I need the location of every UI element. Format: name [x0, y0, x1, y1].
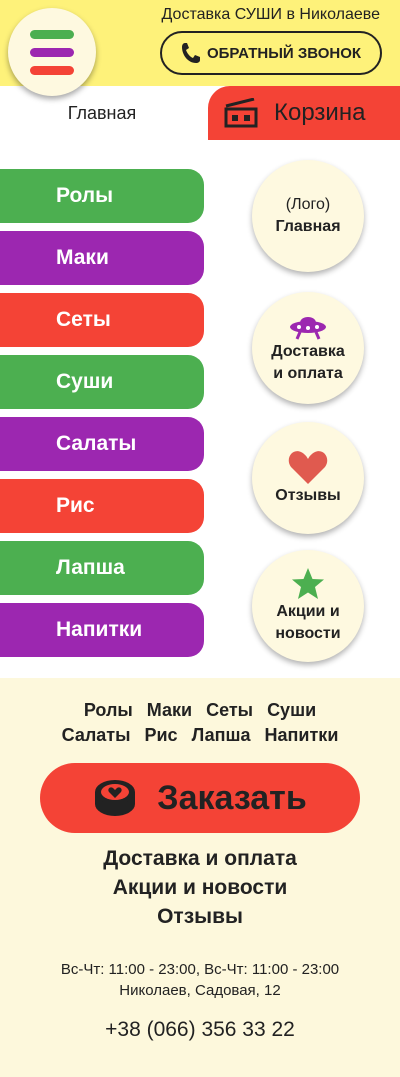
- menu-item-rolls[interactable]: Ролы: [0, 169, 204, 223]
- footer-cat-link[interactable]: Рис: [144, 725, 177, 745]
- footer-cat-link[interactable]: Сеты: [206, 700, 253, 720]
- callback-button[interactable]: ОБРАТНЫЙ ЗВОНОК: [160, 31, 382, 75]
- order-button[interactable]: Заказать: [40, 763, 360, 833]
- site-tagline: Доставка СУШИ в Николаеве: [161, 6, 380, 23]
- menu-item-label: Маки: [56, 246, 109, 269]
- footer-delivery-link[interactable]: Доставка и оплата: [0, 847, 400, 871]
- footer-categories-row2: Салаты Рис Лапша Напитки: [0, 725, 400, 746]
- star-icon: [292, 568, 324, 599]
- menu-item-label: Суши: [56, 370, 114, 393]
- promo-link-line2: новости: [275, 625, 341, 642]
- menu-item-maki[interactable]: Маки: [0, 231, 204, 285]
- footer-categories-row1: Ролы Маки Сеты Суши: [0, 700, 400, 721]
- logo-placeholder: (Лого): [285, 196, 331, 213]
- delivery-link-line1: Доставка: [271, 343, 345, 360]
- reviews-link[interactable]: Отзывы: [252, 422, 364, 534]
- promo-link-line1: Акции и: [276, 603, 340, 620]
- menu-item-label: Рис: [56, 494, 95, 517]
- burger-bar-red: [30, 66, 74, 75]
- menu-item-label: Ролы: [56, 184, 114, 207]
- menu-item-label: Сеты: [56, 308, 111, 331]
- sushi-roll-icon: [95, 780, 136, 816]
- burger-bar-purple: [30, 48, 74, 57]
- footer-cat-link[interactable]: Напитки: [265, 725, 339, 745]
- menu-item-rice[interactable]: Рис: [0, 479, 204, 533]
- menu-item-label: Салаты: [56, 432, 137, 455]
- home-logo-link[interactable]: (Лого) Главная: [252, 160, 364, 272]
- footer-cat-link[interactable]: Суши: [267, 700, 316, 720]
- burger-bar-green: [30, 30, 74, 39]
- home-link-label: Главная: [275, 218, 341, 235]
- phone-icon: [181, 43, 200, 63]
- heart-icon: [288, 451, 328, 484]
- footer-cat-link[interactable]: Лапша: [192, 725, 251, 745]
- footer-cat-link[interactable]: Маки: [147, 700, 192, 720]
- address: Николаев, Садовая, 12: [119, 982, 281, 999]
- menu-item-noodles[interactable]: Лапша: [0, 541, 204, 595]
- delivery-link[interactable]: Доставка и оплата: [252, 292, 364, 404]
- burger-menu-button[interactable]: [8, 8, 96, 96]
- ufo-icon: [290, 317, 326, 340]
- footer-promo-link[interactable]: Акции и новости: [0, 876, 400, 900]
- menu-item-sets[interactable]: Сеты: [0, 293, 204, 347]
- menu-item-label: Напитки: [56, 618, 143, 641]
- tab-home[interactable]: Главная: [0, 86, 204, 140]
- callback-label: ОБРАТНЫЙ ЗВОНОК: [206, 44, 362, 62]
- tab-cart[interactable]: Корзина: [208, 86, 400, 140]
- footer-reviews-link[interactable]: Отзывы: [0, 905, 400, 929]
- menu-item-sushi[interactable]: Суши: [0, 355, 204, 409]
- delivery-link-line2: и оплата: [273, 365, 343, 382]
- tab-home-label: Главная: [67, 102, 137, 123]
- tab-cart-label: Корзина: [274, 99, 366, 126]
- cart-icon: [224, 98, 258, 128]
- footer-cat-link[interactable]: Ролы: [84, 700, 133, 720]
- reviews-link-label: Отзывы: [275, 487, 341, 504]
- menu-item-drinks[interactable]: Напитки: [0, 603, 204, 657]
- footer-cat-link[interactable]: Салаты: [62, 725, 131, 745]
- menu-item-label: Лапша: [56, 556, 125, 579]
- phone-number[interactable]: +38 (066) 356 33 22: [0, 1018, 400, 1042]
- menu-item-salads[interactable]: Салаты: [0, 417, 204, 471]
- promo-link[interactable]: Акции и новости: [252, 550, 364, 662]
- order-button-label: Заказать: [157, 778, 307, 817]
- opening-hours: Вс-Чт: 11:00 - 23:00, Вс-Чт: 11:00 - 23:…: [60, 961, 340, 978]
